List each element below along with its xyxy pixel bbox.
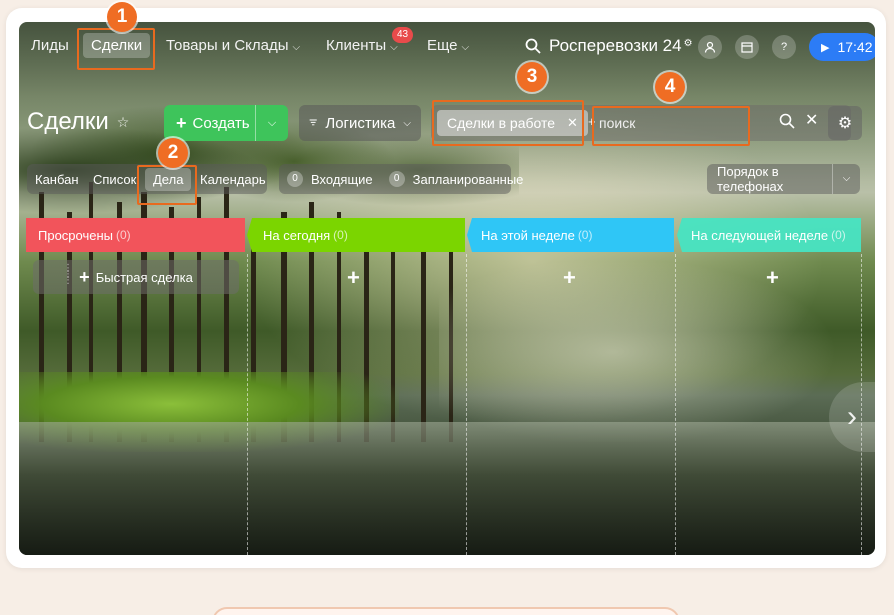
settings-mini-icon: ⚙ — [683, 37, 693, 49]
clear-icon[interactable]: ✕ — [805, 113, 818, 129]
add-next-week-button[interactable]: + — [766, 265, 779, 291]
chevron-down-icon: ⌵ — [390, 42, 398, 53]
column-next-week[interactable]: На следующей неделе (0) — [679, 218, 846, 252]
page-title-text: Сделки — [27, 108, 109, 135]
chevron-down-icon: ⌵ — [292, 42, 301, 53]
column-count: (0) — [333, 228, 348, 242]
column-title: На сегодня — [263, 227, 331, 243]
nav-item-goods-label: Товары и Склады — [166, 37, 289, 54]
bottom-banner — [212, 607, 680, 615]
planned-label[interactable]: Запланированные — [413, 172, 524, 187]
plus-icon: + — [79, 266, 90, 287]
plus-icon: + — [176, 112, 187, 133]
highlight-filter — [432, 100, 584, 146]
play-icon: ▶ — [821, 41, 830, 54]
gear-icon[interactable]: ⚙ — [828, 106, 862, 140]
highlight-search — [592, 106, 750, 146]
search-icon[interactable] — [779, 113, 795, 129]
time-button[interactable]: ▶ 17:42 — [809, 33, 875, 61]
light-fog — [439, 242, 875, 442]
tab-list[interactable]: Список — [93, 172, 136, 187]
column-count: (0) — [116, 228, 131, 242]
chevron-down-icon[interactable]: ⌵ — [256, 117, 288, 130]
filter-icons: ✕ — [779, 113, 818, 129]
column-divider — [675, 254, 676, 555]
tab-kanban[interactable]: Канбан — [35, 172, 79, 187]
nav-item-more-label: Еще — [427, 37, 458, 54]
order-label: Порядок в телефонах — [717, 164, 784, 194]
annotation-2: 2 — [158, 138, 188, 168]
logistics-label: Логистика — [325, 114, 396, 132]
activity-counters: 0 Входящие 0 Запланированные — [279, 164, 523, 194]
page-title: Сделки ☆ — [27, 108, 129, 136]
column-this-week[interactable]: На этой неделе (0) — [469, 218, 592, 252]
annotation-3: 3 — [517, 62, 547, 92]
highlight-activities — [137, 165, 197, 205]
nav-item-clients[interactable]: Клиенты ⌵ — [326, 37, 398, 54]
logistics-button[interactable]: Логистика ⌵ — [299, 105, 421, 141]
pin-icon[interactable]: ☆ — [117, 114, 130, 131]
clients-badge: 43 — [392, 27, 413, 43]
column-divider — [247, 254, 248, 555]
column-count: (0) — [831, 228, 846, 242]
drag-handle-icon[interactable]: ⋮ ⋮ ⋮ — [63, 264, 73, 286]
incoming-label[interactable]: Входящие — [311, 172, 373, 187]
brand-name: Росперевозки 24 — [549, 36, 682, 55]
search-icon[interactable] — [525, 38, 541, 54]
quick-deal-button[interactable]: ⋮ ⋮ ⋮ + Быстрая сделка — [33, 260, 239, 294]
lake — [19, 422, 875, 555]
quick-deal-label: Быстрая сделка — [95, 269, 193, 285]
add-this-week-button[interactable]: + — [563, 265, 576, 291]
chevron-down-icon: ⌵ — [403, 117, 411, 129]
column-divider — [466, 254, 467, 555]
help-icon[interactable]: ? — [772, 35, 796, 59]
nav-item-more[interactable]: Еще ⌵ — [427, 37, 469, 54]
nav-item-clients-label: Клиенты — [326, 37, 387, 54]
time-label: 17:42 — [837, 39, 873, 55]
column-overdue[interactable]: Просрочены (0) — [26, 218, 131, 252]
user-icon[interactable] — [698, 35, 722, 59]
planned-count: 0 — [388, 171, 405, 187]
incoming-count: 0 — [287, 171, 303, 187]
nav-item-leads[interactable]: Лиды — [31, 37, 69, 54]
chevron-down-icon[interactable]: ⌵ — [832, 164, 860, 194]
create-main[interactable]: + Создать — [164, 105, 256, 141]
highlight-deals — [77, 28, 155, 70]
phone-order-button[interactable]: Порядок в телефонах ⌵ — [707, 164, 860, 194]
calendar-icon[interactable] — [735, 35, 759, 59]
nav-item-goods[interactable]: Товары и Склады ⌵ — [166, 37, 300, 54]
column-title: Просрочены — [38, 227, 114, 243]
column-title: На следующей неделе — [691, 227, 829, 243]
tab-calendar[interactable]: Календарь — [200, 172, 266, 187]
brand: Росперевозки 24 ⚙ — [525, 36, 693, 56]
chevron-down-icon: ⌵ — [461, 42, 470, 53]
column-title: На этой неделе — [481, 227, 575, 243]
add-today-button[interactable]: + — [347, 265, 360, 291]
annotation-1: 1 — [107, 2, 137, 32]
create-label: Создать — [192, 114, 250, 132]
annotation-4: 4 — [655, 72, 685, 102]
column-count: (0) — [577, 228, 593, 242]
funnel-icon — [309, 119, 317, 126]
column-today[interactable]: На сегодня (0) — [251, 218, 348, 252]
create-button[interactable]: + Создать ⌵ — [164, 105, 288, 141]
